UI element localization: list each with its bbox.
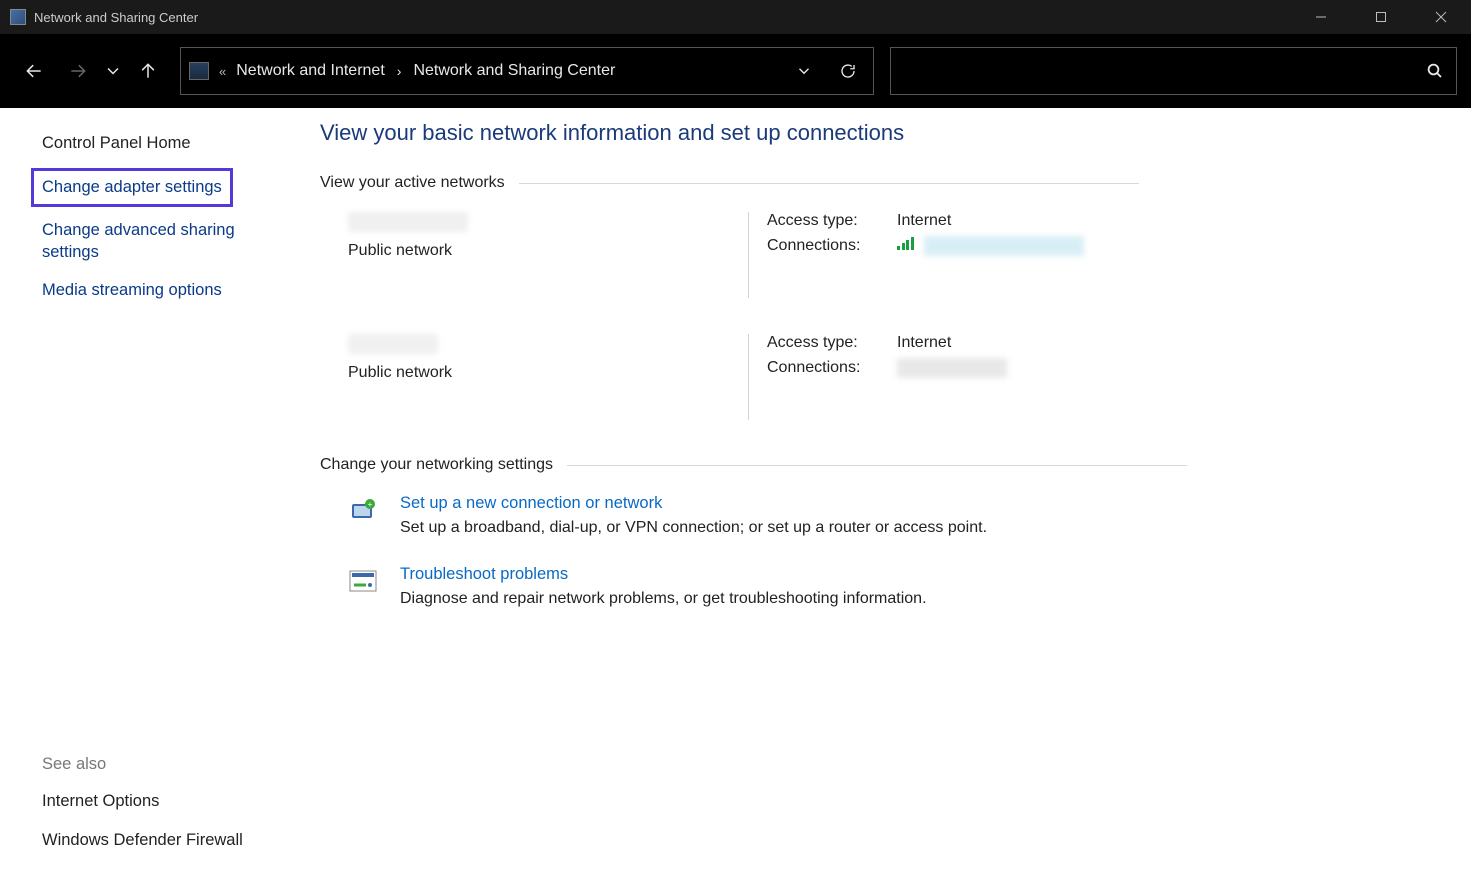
minimize-button[interactable] (1291, 0, 1351, 34)
see-also-internet-options[interactable]: Internet Options (42, 790, 272, 812)
access-type-value: Internet (897, 334, 951, 352)
titlebar: Network and Sharing Center (0, 0, 1471, 34)
connection-name-redacted (897, 358, 1007, 378)
location-icon (189, 62, 209, 80)
search-input[interactable] (903, 62, 1426, 80)
path-overflow-icon[interactable]: « (219, 64, 226, 79)
forward-button[interactable] (58, 51, 98, 91)
maximize-button[interactable] (1351, 0, 1411, 34)
wifi-signal-icon (897, 236, 914, 250)
sidebar-link-advanced-sharing[interactable]: Change advanced sharing settings (42, 219, 272, 264)
connection-name-redacted (924, 236, 1084, 256)
divider (519, 183, 1139, 184)
divider (567, 465, 1187, 466)
chevron-right-icon[interactable]: › (395, 63, 404, 79)
setup-connection-link[interactable]: Set up a new connection or network (400, 494, 987, 513)
active-networks-label: View your active networks (320, 174, 505, 192)
connections-value[interactable] (897, 358, 1007, 378)
address-bar[interactable]: « Network and Internet › Network and Sha… (180, 47, 874, 95)
refresh-button[interactable] (831, 54, 865, 88)
search-icon[interactable] (1426, 62, 1444, 80)
close-button[interactable] (1411, 0, 1471, 34)
troubleshoot-icon (348, 567, 380, 595)
see-also-heading: See also (42, 755, 272, 774)
sidebar-link-home[interactable]: Control Panel Home (42, 132, 272, 154)
setting-row-troubleshoot: Troubleshoot problems Diagnose and repai… (348, 565, 1441, 608)
change-settings-heading: Change your networking settings (320, 456, 1441, 474)
change-settings-label: Change your networking settings (320, 456, 553, 474)
connections-label: Connections: (767, 359, 897, 377)
setup-connection-icon: + (348, 496, 380, 524)
see-also-defender-firewall[interactable]: Windows Defender Firewall (42, 829, 272, 851)
sidebar: Control Panel Home Change adapter settin… (0, 108, 302, 877)
page-title: View your basic network information and … (320, 120, 1441, 146)
setting-row-setup-connection: + Set up a new connection or network Set… (348, 494, 1441, 537)
breadcrumb-parent[interactable]: Network and Internet (236, 62, 385, 80)
setup-connection-desc: Set up a broadband, dial-up, or VPN conn… (400, 519, 987, 537)
sidebar-link-change-adapter[interactable]: Change adapter settings (31, 168, 233, 206)
history-dropdown-button[interactable] (102, 51, 124, 91)
navigation-bar: « Network and Internet › Network and Sha… (0, 34, 1471, 108)
connections-label: Connections: (767, 237, 897, 255)
sidebar-link-media-streaming[interactable]: Media streaming options (42, 279, 272, 301)
control-panel-icon (10, 9, 26, 25)
up-button[interactable] (128, 51, 168, 91)
access-type-label: Access type: (767, 334, 897, 352)
network-type: Public network (348, 242, 748, 260)
network-name-redacted (348, 212, 468, 232)
troubleshoot-desc: Diagnose and repair network problems, or… (400, 590, 927, 608)
window-title: Network and Sharing Center (34, 10, 198, 25)
main-panel: View your basic network information and … (302, 108, 1471, 877)
address-dropdown-button[interactable] (787, 54, 821, 88)
active-networks-heading: View your active networks (320, 174, 1441, 192)
back-button[interactable] (14, 51, 54, 91)
breadcrumb-current[interactable]: Network and Sharing Center (413, 62, 615, 80)
svg-text:+: + (368, 500, 373, 509)
active-network-row: Public network Access type: Internet Con… (348, 212, 1441, 298)
access-type-label: Access type: (767, 212, 897, 230)
active-network-row: Public network Access type: Internet Con… (348, 334, 1441, 420)
troubleshoot-link[interactable]: Troubleshoot problems (400, 565, 927, 584)
connections-value[interactable] (897, 236, 1084, 256)
access-type-value: Internet (897, 212, 951, 230)
network-name-redacted (348, 334, 438, 354)
network-type: Public network (348, 364, 748, 382)
search-box[interactable] (890, 47, 1457, 95)
